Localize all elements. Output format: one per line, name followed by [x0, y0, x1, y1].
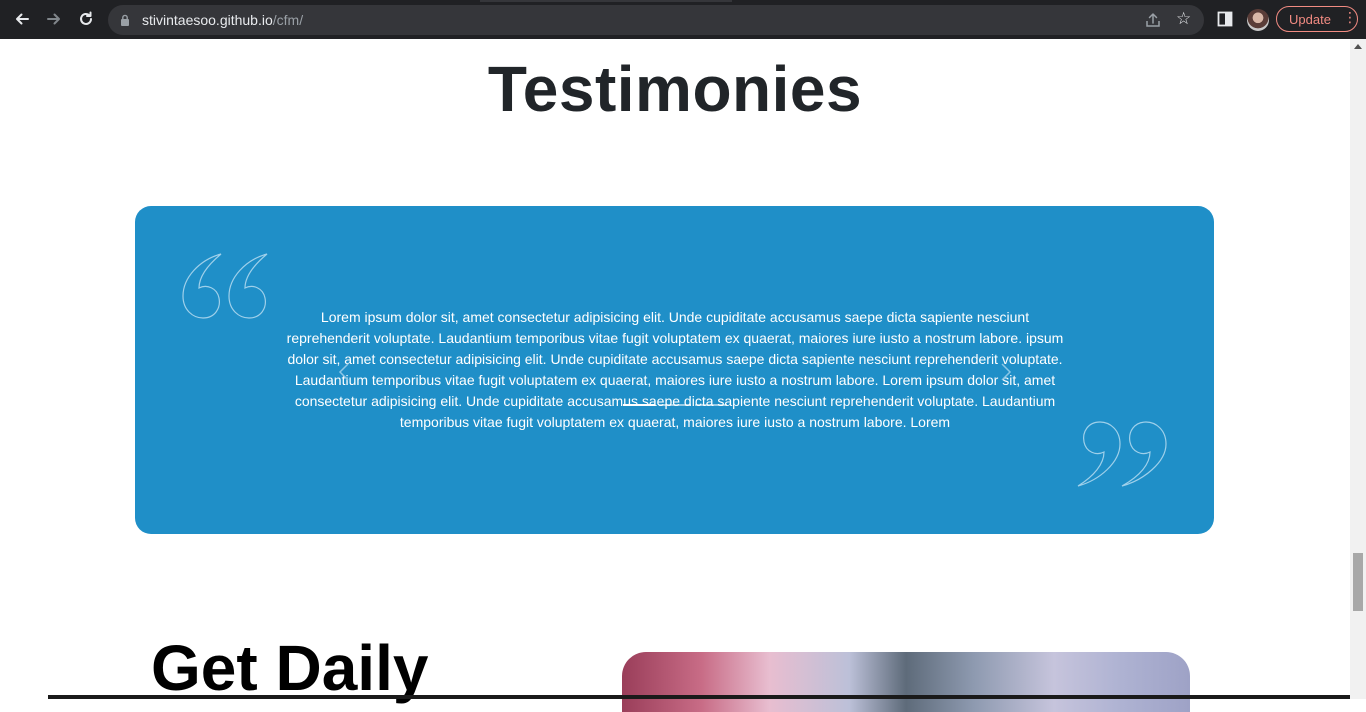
url-host: stivintaesoo.github.io	[142, 12, 273, 28]
scrollbar-thumb[interactable]	[1353, 553, 1363, 611]
update-label: Update	[1289, 12, 1331, 27]
carousel-indicator[interactable]	[695, 404, 727, 406]
side-panel-icon[interactable]	[1217, 11, 1233, 27]
share-icon[interactable]	[1144, 11, 1162, 29]
page-scrollbar[interactable]	[1350, 39, 1366, 699]
chevron-left-icon	[338, 363, 349, 381]
section-title-get-daily: Get Daily	[151, 632, 429, 704]
url-path: /cfm/	[272, 12, 304, 28]
address-bar[interactable]: stivintaesoo.github.io/cfm/ ☆	[108, 5, 1204, 35]
bookmark-star-icon[interactable]: ☆	[1176, 9, 1191, 29]
browser-toolbar: stivintaesoo.github.io/cfm/ ☆ Update ⋮	[0, 0, 1366, 39]
carousel-next-button[interactable]	[995, 360, 1015, 384]
forward-button[interactable]	[41, 6, 67, 32]
profile-avatar[interactable]	[1247, 9, 1269, 31]
url-text[interactable]: stivintaesoo.github.io/cfm/	[142, 12, 303, 28]
back-icon	[16, 13, 29, 25]
chevron-right-icon	[1001, 363, 1012, 381]
section-title-testimonies: Testimonies	[487, 53, 863, 125]
back-button[interactable]	[9, 6, 35, 32]
carousel-indicators	[623, 404, 727, 408]
update-button[interactable]: Update ⋮	[1276, 6, 1358, 32]
forward-icon	[47, 13, 60, 25]
active-tab-edge	[480, 0, 732, 2]
carousel-prev-button[interactable]	[335, 360, 355, 384]
carousel-indicator[interactable]	[623, 404, 655, 406]
reload-button[interactable]	[73, 6, 99, 32]
section-image	[622, 652, 1190, 712]
carousel-indicator[interactable]	[659, 404, 691, 406]
reload-icon	[80, 11, 92, 25]
testimony-carousel: Lorem ipsum dolor sit, amet consectetur …	[135, 206, 1214, 534]
open-quote-icon	[182, 253, 268, 319]
lock-icon[interactable]	[120, 14, 130, 26]
menu-icon: ⋮	[1343, 9, 1357, 25]
testimony-quote: Lorem ipsum dolor sit, amet consectetur …	[286, 309, 1064, 430]
close-quote-icon	[1077, 421, 1167, 487]
window-bottom-edge	[48, 695, 1350, 699]
scroll-up-arrow-icon[interactable]	[1354, 44, 1362, 49]
